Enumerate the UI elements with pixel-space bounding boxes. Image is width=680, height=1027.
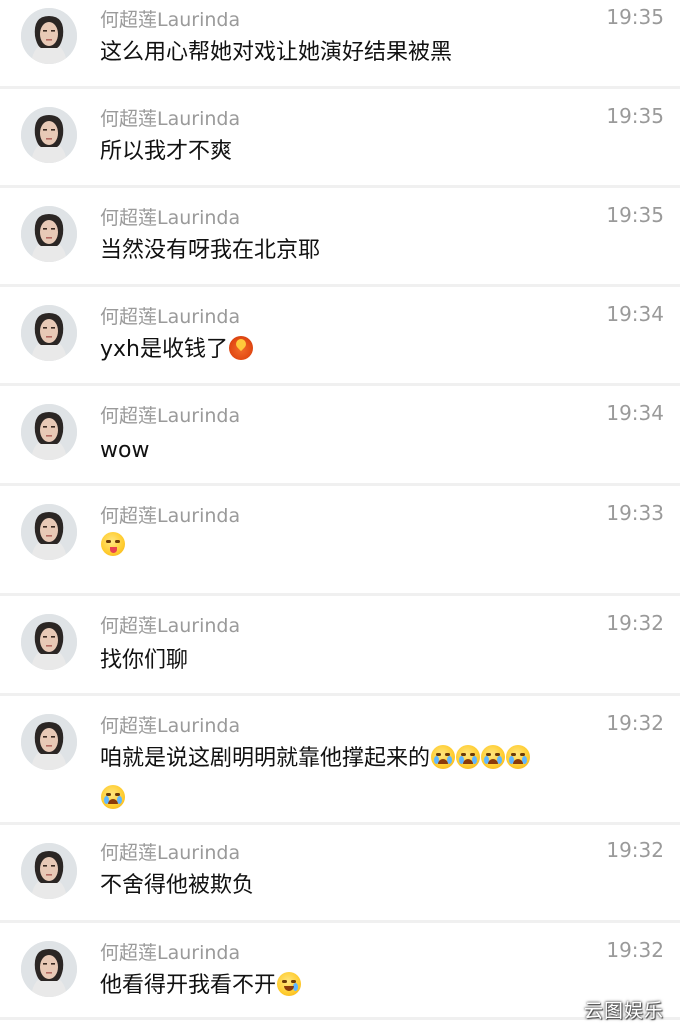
message-text: 所以我才不爽	[100, 132, 600, 172]
watermark-text: 云图娱乐	[583, 1000, 664, 1022]
message-text-content: 这么用心帮她对戏让她演好结果被黑	[100, 40, 453, 65]
avatar[interactable]	[21, 206, 77, 262]
message-text: wow	[100, 431, 600, 471]
message-time: 19:32	[606, 938, 664, 962]
message-text: yxh是收钱了	[100, 330, 600, 370]
sender-name: 何超莲Laurinda	[100, 615, 241, 637]
chat-message[interactable]: 何超莲Laurinda 19:32 他看得开我看不开	[0, 923, 680, 1017]
crying-face-emoji-icon	[481, 745, 506, 769]
avatar-portrait-icon	[21, 8, 77, 64]
chat-message[interactable]: 何超莲Laurinda 19:33	[0, 486, 680, 593]
message-text: 找你们聊	[100, 641, 600, 681]
avatar[interactable]	[21, 504, 77, 560]
avatar-portrait-icon	[21, 305, 77, 361]
avatar[interactable]	[21, 714, 77, 770]
message-text: 咱就是说这剧明明就靠他撑起来的	[100, 739, 600, 819]
message-time: 19:32	[606, 611, 664, 635]
message-text-content: 当然没有呀我在北京耶	[100, 238, 321, 263]
chat-message[interactable]: 何超莲Laurinda 19:34 yxh是收钱了	[0, 287, 680, 383]
crying-face-emoji-icon	[101, 785, 125, 809]
message-text-content: 所以我才不爽	[100, 139, 233, 164]
message-divider	[0, 1017, 680, 1020]
message-text-content: wow	[100, 438, 150, 463]
crying-face-emoji-icon	[456, 745, 481, 769]
sender-name: 何超莲Laurinda	[100, 842, 241, 864]
message-text: 不舍得他被欺负	[100, 866, 600, 906]
message-text: 他看得开我看不开	[100, 966, 600, 1006]
message-text-content: 找你们聊	[100, 648, 189, 673]
chat-message[interactable]: 何超莲Laurinda 19:35 当然没有呀我在北京耶	[0, 188, 680, 284]
message-text-content: 咱就是说这剧明明就靠他撑起来的	[100, 746, 431, 771]
sender-name: 何超莲Laurinda	[100, 942, 241, 964]
message-text	[100, 526, 600, 566]
avatar-portrait-icon	[21, 107, 77, 163]
message-text: 这么用心帮她对戏让她演好结果被黑	[100, 33, 600, 73]
crying-face-emoji-icon	[506, 745, 531, 769]
message-text-content: yxh是收钱了	[100, 337, 228, 362]
crying-face-emoji-icon	[431, 745, 456, 769]
avatar[interactable]	[21, 404, 77, 460]
avatar[interactable]	[21, 8, 77, 64]
chat-message[interactable]: 何超莲Laurinda 19:35 这么用心帮她对戏让她演好结果被黑	[0, 0, 680, 86]
chat-message[interactable]: 何超莲Laurinda 19:35 所以我才不爽	[0, 89, 680, 185]
sender-name: 何超莲Laurinda	[100, 715, 241, 737]
avatar-portrait-icon	[21, 404, 77, 460]
sender-name: 何超莲Laurinda	[100, 108, 241, 130]
message-time: 19:35	[606, 104, 664, 128]
dizzy-face-emoji-icon	[101, 532, 125, 556]
message-text: 当然没有呀我在北京耶	[100, 231, 600, 271]
message-time: 19:35	[606, 203, 664, 227]
avatar[interactable]	[21, 941, 77, 997]
avatar[interactable]	[21, 843, 77, 899]
message-text-content: 不舍得他被欺负	[100, 873, 255, 898]
avatar-portrait-icon	[21, 614, 77, 670]
sender-name: 何超莲Laurinda	[100, 9, 241, 31]
fire-emoji-icon	[228, 336, 253, 360]
laughing-tears-emoji-icon	[277, 972, 302, 996]
avatar-portrait-icon	[21, 504, 77, 560]
message-time: 19:33	[606, 501, 664, 525]
chat-message[interactable]: 何超莲Laurinda 19:32 不舍得他被欺负	[0, 825, 680, 920]
avatar-portrait-icon	[21, 843, 77, 899]
avatar-portrait-icon	[21, 714, 77, 770]
sender-name: 何超莲Laurinda	[100, 505, 241, 527]
avatar[interactable]	[21, 305, 77, 361]
message-text-content: 他看得开我看不开	[100, 973, 277, 998]
chat-message[interactable]: 何超莲Laurinda 19:32 找你们聊	[0, 596, 680, 693]
message-time: 19:32	[606, 838, 664, 862]
message-time: 19:34	[606, 302, 664, 326]
sender-name: 何超莲Laurinda	[100, 207, 241, 229]
sender-name: 何超莲Laurinda	[100, 306, 241, 328]
chat-message[interactable]: 何超莲Laurinda 19:34 wow	[0, 386, 680, 483]
message-time: 19:34	[606, 401, 664, 425]
chat-message[interactable]: 何超莲Laurinda 19:32 咱就是说这剧明明就靠他撑起来的	[0, 696, 680, 822]
avatar[interactable]	[21, 614, 77, 670]
avatar-portrait-icon	[21, 941, 77, 997]
message-time: 19:35	[606, 5, 664, 29]
avatar[interactable]	[21, 107, 77, 163]
sender-name: 何超莲Laurinda	[100, 405, 241, 427]
avatar-portrait-icon	[21, 206, 77, 262]
message-time: 19:32	[606, 711, 664, 735]
